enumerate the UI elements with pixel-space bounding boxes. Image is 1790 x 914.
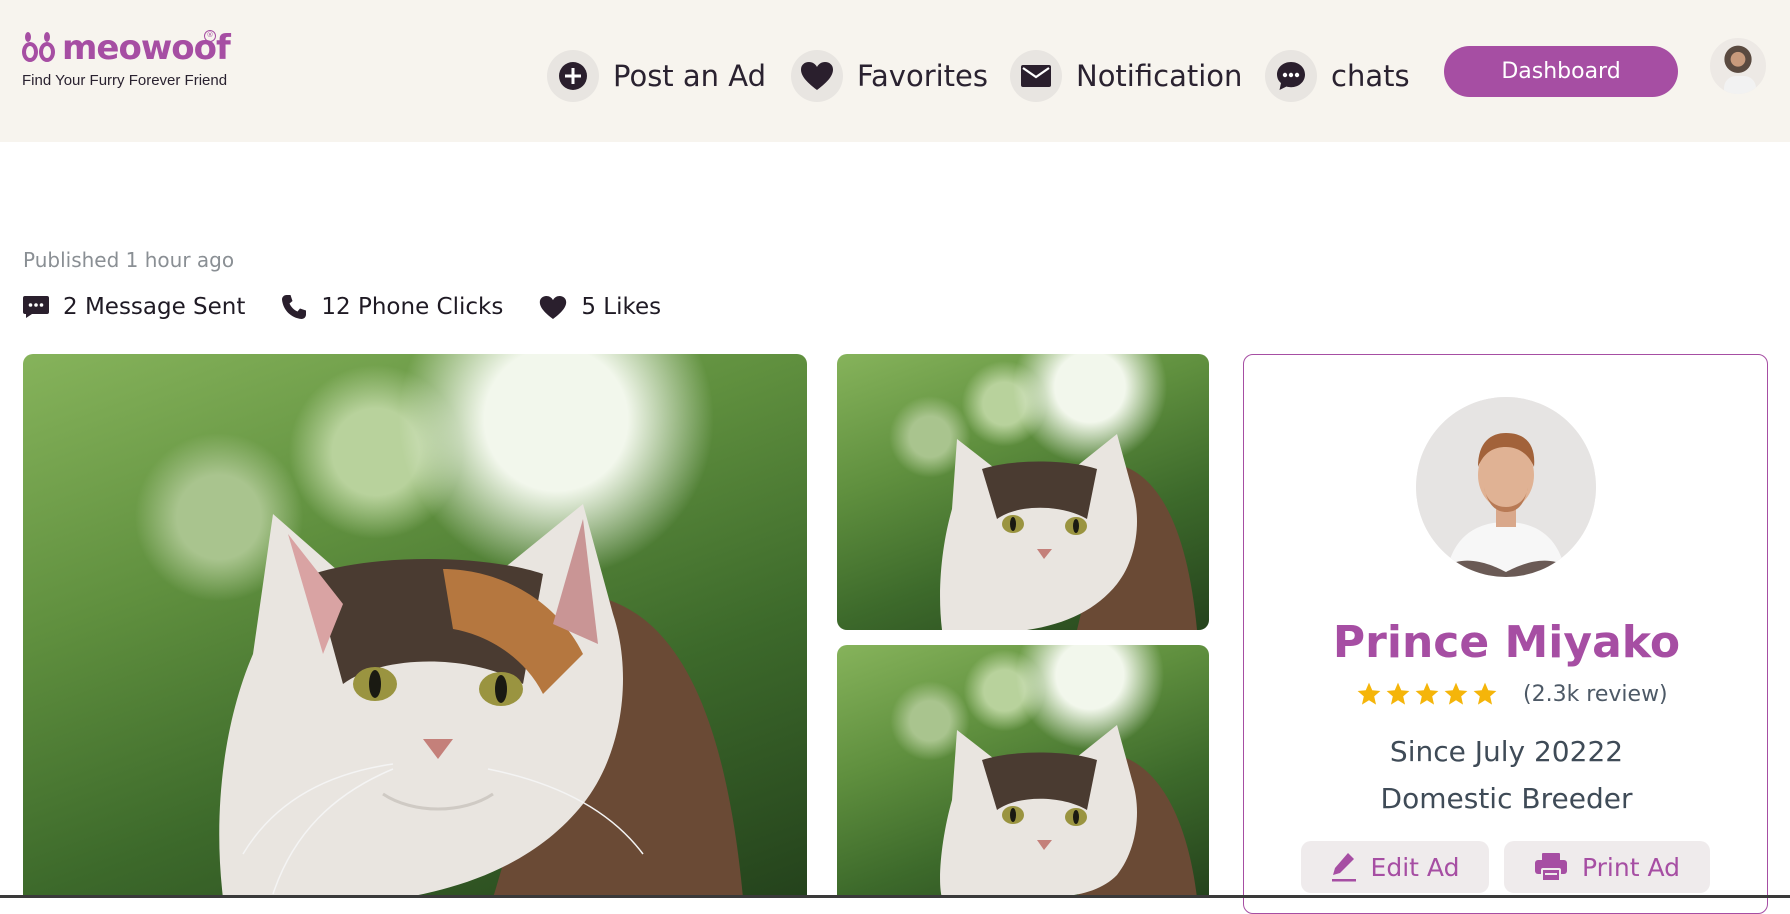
cat-photo-thumbnail[interactable] <box>837 645 1209 898</box>
star-icon <box>1473 682 1497 705</box>
stat-likes: 5 Likes <box>539 294 661 320</box>
nav-favorites-label: Favorites <box>857 59 988 93</box>
nav-favorites[interactable]: Favorites <box>791 50 988 102</box>
print-ad-button[interactable]: Print Ad <box>1504 841 1710 893</box>
brand-logo[interactable]: meowoof ® Find Your Furry Forever Friend <box>22 30 231 89</box>
nav-chats-label: chats <box>1331 59 1410 93</box>
dashboard-button[interactable]: Dashboard <box>1444 46 1678 97</box>
top-header: meowoof ® Find Your Furry Forever Friend… <box>0 0 1790 142</box>
edit-ad-label: Edit Ad <box>1370 852 1460 882</box>
plus-circle-icon <box>547 50 599 102</box>
seller-type: Domestic Breeder <box>1380 782 1633 815</box>
star-icon <box>1386 682 1410 705</box>
nav-post-ad[interactable]: Post an Ad <box>547 50 766 102</box>
nav-chats[interactable]: chats <box>1265 50 1410 102</box>
stat-phone-clicks-label: 12 Phone Clicks <box>321 294 504 320</box>
paw-logo-icon <box>22 30 58 66</box>
star-icon <box>1444 682 1468 705</box>
main-cat-photo[interactable] <box>23 354 807 898</box>
cat-photo-thumbnail[interactable] <box>837 354 1209 630</box>
stat-likes-label: 5 Likes <box>581 294 662 320</box>
seller-card: Prince Miyako (2.3k review) Since July 2… <box>1243 354 1768 914</box>
print-ad-label: Print Ad <box>1582 852 1680 882</box>
user-avatar[interactable] <box>1708 36 1768 96</box>
seller-avatar <box>1416 397 1596 577</box>
stat-messages: 2 Message Sent <box>23 294 245 320</box>
seller-rating: (2.3k review) <box>1356 681 1668 707</box>
nav-notification[interactable]: Notification <box>1010 50 1242 102</box>
listing-stats: 2 Message Sent 12 Phone Clicks 5 Likes <box>23 294 697 320</box>
nav-notification-label: Notification <box>1076 59 1243 93</box>
logo-mark: meowoof <box>22 30 231 66</box>
stat-phone-clicks: 12 Phone Clicks <box>281 294 503 320</box>
heart-icon <box>791 50 843 102</box>
heart-icon <box>540 295 567 319</box>
registered-mark: ® <box>204 30 216 42</box>
published-time: Published 1 hour ago <box>23 248 235 272</box>
stat-messages-label: 2 Message Sent <box>63 294 246 320</box>
printer-icon <box>1535 853 1567 882</box>
seller-since: Since July 20222 <box>1389 735 1624 768</box>
pencil-icon <box>1331 853 1356 882</box>
edit-ad-button[interactable]: Edit Ad <box>1301 841 1489 893</box>
star-icon <box>1357 682 1381 705</box>
review-count[interactable]: (2.3k review) <box>1523 682 1668 707</box>
nav-post-ad-label: Post an Ad <box>613 59 767 93</box>
envelope-icon <box>1010 50 1062 102</box>
seller-name[interactable]: Prince Miyako <box>1244 617 1769 668</box>
message-icon <box>23 296 49 318</box>
chat-bubble-icon <box>1265 50 1317 102</box>
star-icon <box>1415 682 1439 705</box>
phone-icon <box>282 295 307 319</box>
rating-stars <box>1356 681 1501 707</box>
brand-tagline: Find Your Furry Forever Friend <box>22 72 228 89</box>
